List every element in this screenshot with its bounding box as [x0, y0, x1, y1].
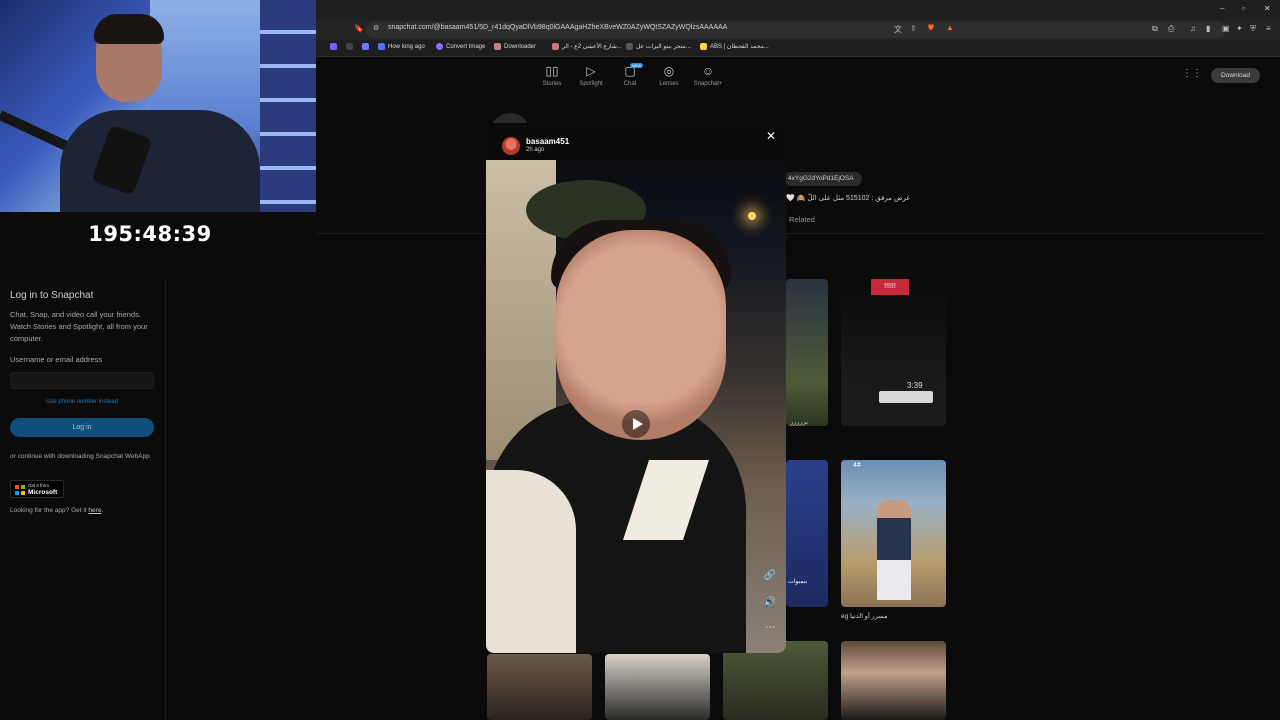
volume-icon[interactable]: 🔊 [762, 597, 778, 608]
spotlight-thumb[interactable] [605, 654, 710, 720]
snapcode-pill[interactable]: 4xYgG2dYoPd1EjOSA [784, 172, 862, 186]
translate-icon[interactable]: 文 [894, 24, 902, 35]
spotlight-thumb[interactable]: 4# [841, 460, 946, 607]
bookmark-downloader[interactable]: Downloader [494, 43, 536, 50]
new-badge: NEW [630, 63, 644, 68]
download-button[interactable]: Download [1211, 68, 1260, 83]
snapchat-plus-icon: ☺ [701, 64, 715, 78]
lenses-icon: ◎ [663, 64, 675, 78]
microsoft-store-badge[interactable]: Get it from Microsoft [10, 480, 64, 498]
site-info-icon[interactable]: ⚙ [373, 24, 379, 32]
nav-lenses[interactable]: ◎ Lenses [649, 64, 689, 87]
bookmark-icon-3[interactable] [362, 43, 369, 50]
user-avatar[interactable] [502, 137, 520, 155]
play-icon[interactable] [622, 410, 650, 438]
thumb-label: 3:39 [907, 381, 923, 390]
sidebar-icon[interactable]: ▮ [1206, 24, 1210, 33]
spotlight-thumb[interactable]: !!!!!! 3:39 [841, 279, 946, 426]
share-icon[interactable]: ⇪ [910, 24, 917, 33]
modal-username[interactable]: basaam451 [526, 137, 569, 146]
bookmark-icon-1[interactable] [330, 43, 337, 50]
thumb-caption: بررررر [790, 419, 808, 426]
bookmark-icon[interactable]: 🔖 [354, 24, 364, 33]
browser-titlebar: – ▫ ✕ [316, 0, 1280, 20]
menu-icon[interactable]: ≡ [1266, 24, 1271, 33]
login-panel: Log in to Snapchat Chat, Snap, and video… [0, 280, 166, 720]
vpn-icon[interactable]: ⛨ [1250, 24, 1256, 34]
more-options-icon[interactable]: ⋯ [762, 622, 778, 633]
bookmark-icon-2[interactable] [346, 43, 353, 50]
video-player[interactable]: 🔗 🔊 ⋯ [486, 160, 786, 653]
login-title: Log in to Snapchat [10, 290, 94, 301]
wallet-icon[interactable]: ▣ [1222, 24, 1230, 33]
webcam-overlay [0, 0, 316, 212]
thumb-caption: eg مسرر أو الدنيا [841, 613, 888, 620]
nav-stories[interactable]: ▯▯ Stories [532, 64, 572, 87]
thumb-label: 4# [853, 462, 861, 469]
username-input[interactable] [10, 372, 154, 389]
address-bar-row: 🔖 ⚙ snapchat.com/@basaam451/5D_r41dqQyaD… [316, 20, 1280, 40]
spotlight-thumb[interactable]: بنمبوات [786, 460, 828, 607]
login-or-text: or continue with downloading Snapchat We… [10, 453, 150, 460]
leo-icon[interactable]: ✦ [1236, 24, 1243, 33]
bookmark-how-long-ago[interactable]: How long ago [378, 43, 425, 50]
bookmark-convert-image[interactable]: Convert Image [436, 43, 485, 50]
username-label: Username or email address [10, 355, 103, 364]
link-icon[interactable]: 🔗 [762, 570, 778, 581]
get-app-text: Looking for the app? Get it here. [10, 507, 104, 514]
minimize-button[interactable]: – [1220, 4, 1224, 13]
close-window-button[interactable]: ✕ [1264, 4, 1271, 13]
rewards-icon[interactable]: ▲ [946, 23, 954, 32]
media-icon[interactable]: ⎙ [1168, 24, 1174, 34]
nav-spotlight[interactable]: ▷ Spotlight [571, 64, 611, 87]
use-phone-link[interactable]: Use phone number instead [10, 399, 154, 405]
bookmarks-bar: How long ago Convert Image Downloader شا… [316, 40, 1280, 57]
spotlight-thumb[interactable] [487, 654, 592, 720]
login-button[interactable]: Log in [10, 418, 154, 437]
brave-shield-icon[interactable]: ⛊ [928, 23, 934, 33]
bookmark-arabic-2[interactable]: متجر بيتو البزات عل... [626, 43, 691, 50]
stories-icon: ▯▯ [545, 64, 559, 78]
thumb-label: بنمبوات [788, 579, 808, 585]
bookmark-abs[interactable]: ABS | محمد القحطان... [700, 43, 769, 50]
close-icon[interactable]: ✕ [766, 129, 776, 143]
modal-timestamp: 2h ago [526, 147, 545, 153]
stream-timer: 195:48:39 [88, 222, 212, 246]
microsoft-logo-icon [15, 485, 25, 495]
spotlight-icon: ▷ [586, 64, 596, 78]
thumb-label: !!!!!! [871, 279, 909, 295]
login-description: Chat, Snap, and video call your friends.… [10, 310, 148, 343]
nav-snapchat-plus[interactable]: ☺ Snapchat+ [688, 64, 728, 87]
url-text: snapchat.com/@basaam451/5D_r41dqQyaDlVb9… [388, 24, 728, 31]
profile-bio: 🤍 🙈 عرض مرفق : 515102 مثل على اللّ [786, 195, 911, 202]
music-icon[interactable]: ♫ [1190, 24, 1196, 33]
maximize-button[interactable]: ▫ [1242, 4, 1245, 13]
apps-grid-icon[interactable]: ⋮⋮ [1182, 68, 1202, 82]
divider [316, 233, 1266, 234]
get-app-link[interactable]: here [88, 507, 101, 514]
story-modal: basaam451 2h ago ✕ 🔗 🔊 ⋯ [486, 123, 786, 653]
extensions-icon[interactable]: ⧉ [1152, 24, 1158, 34]
bookmark-arabic-1[interactable]: شارع الأعشى 2ع - الر... [552, 43, 622, 50]
address-bar[interactable]: ⚙ snapchat.com/@basaam451/5D_r41dqQyaDlV… [366, 22, 1226, 38]
spotlight-thumb[interactable] [786, 279, 828, 426]
tab-related[interactable]: Related [789, 215, 815, 224]
modal-header: basaam451 2h ago ✕ [486, 123, 786, 160]
spotlight-thumb[interactable] [841, 641, 946, 720]
